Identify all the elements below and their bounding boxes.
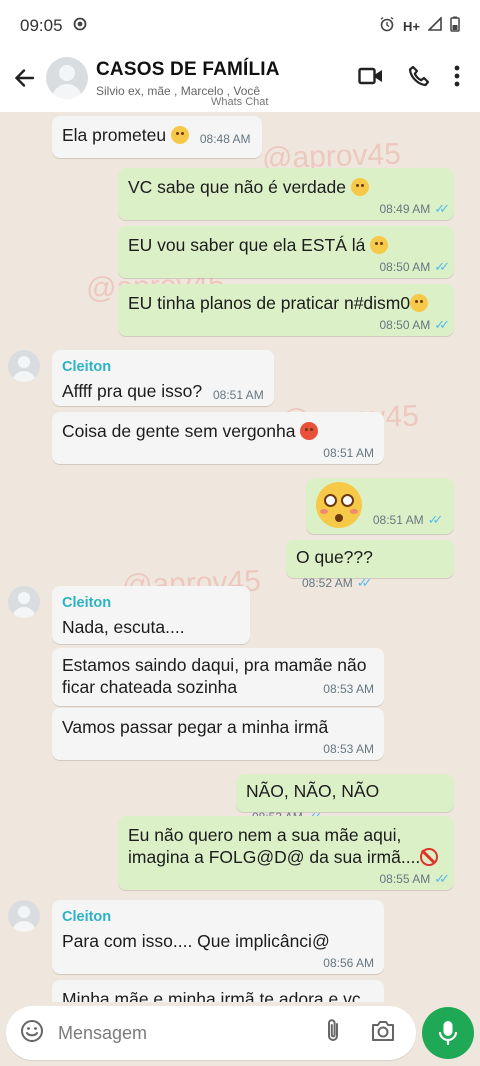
message-text-line: ficar chateada sozinha (62, 677, 238, 697)
message-text: EU tinha planos de praticar n#dism0 (128, 293, 411, 313)
message-text: Para com isso.... Que implicânci@ (62, 931, 330, 951)
sender-name: Cleiton (62, 359, 112, 375)
group-avatar[interactable] (46, 57, 88, 99)
message-bubble-outgoing[interactable]: Eu não quero nem a sua mãe aqui, imagina… (118, 816, 454, 890)
message-bubble-incoming[interactable]: Estamos saindo daqui, pra mamãe não fica… (52, 648, 384, 706)
message-text: Affff pra que isso? (62, 381, 203, 401)
message-meta: 08:49 AM ✓✓ (128, 198, 450, 220)
message-time: 08:53 AM (323, 742, 374, 756)
microphone-icon (438, 1021, 458, 1045)
status-time: 09:05 (20, 16, 63, 35)
message-time: 08:50 AM (379, 318, 431, 332)
message-text: Vamos passar pegar a minha irmã (62, 717, 329, 737)
emoji-icon (21, 1019, 43, 1042)
message-list[interactable]: @aprov45 @aprov45 @aprov45 @aprov45 Ela … (0, 112, 480, 1002)
video-call-button[interactable] (358, 66, 384, 91)
steam-face-icon (410, 294, 429, 312)
message-bubble-outgoing[interactable]: O que??? 08:52 AM ✓✓ (286, 540, 454, 590)
more-vertical-icon (454, 65, 460, 86)
camera-button[interactable] (370, 1020, 396, 1047)
angry-face-icon (300, 422, 319, 440)
sender-name: Cleiton (62, 909, 112, 925)
group-info[interactable]: CASOS DE FAMÍLIA Silvio ex, mãe , Marcel… (96, 59, 358, 98)
location-icon (73, 16, 87, 36)
message-time: 08:50 AM (379, 260, 431, 274)
raised-eyebrow-face-icon (350, 178, 369, 196)
paperclip-icon (328, 1018, 338, 1041)
message-bubble-outgoing[interactable]: EU tinha planos de praticar n#dism0 08:5… (118, 284, 454, 336)
battery-icon (450, 16, 460, 36)
message-time: 08:48 AM (199, 132, 251, 146)
message-bubble-outgoing[interactable]: 08:51 AM ✓✓ (306, 478, 454, 534)
network-type: H+ (403, 18, 420, 34)
message-time: 08:53 AM (323, 682, 374, 696)
message-text: Coisa de gente sem vergonha (62, 421, 296, 441)
message-text: EU vou saber que ela ESTÁ lá (128, 235, 366, 255)
voice-record-button[interactable] (422, 1007, 474, 1059)
double-check-icon: ✓✓ (356, 575, 373, 590)
message-bubble-outgoing[interactable]: EU vou saber que ela ESTÁ lá 08:50 AM ✓✓ (118, 226, 454, 278)
message-time: 08:52 AM (302, 576, 353, 590)
signal-icon (427, 16, 442, 35)
double-check-icon: ✓✓ (434, 871, 450, 886)
message-meta: 08:52 AM ✓✓ (302, 572, 373, 594)
double-check-icon: ✓✓ (427, 511, 444, 527)
message-time: 08:49 AM (379, 202, 431, 216)
prohibited-icon (420, 848, 439, 866)
message-bubble-incoming[interactable]: Vamos passar pegar a minha irmã 08:53 AM (52, 708, 384, 760)
message-text: Ela prometeu (62, 125, 167, 145)
message-text-line: imagina a FOLG@D@ da sua irmã.... (128, 847, 421, 867)
attach-button[interactable] (324, 1018, 342, 1049)
flushed-face-icon (316, 482, 362, 528)
message-time: 08:51 AM (323, 446, 374, 460)
message-input[interactable] (58, 1022, 324, 1044)
message-meta: 08:55 AM ✓✓ (128, 868, 450, 890)
camera-icon (372, 1020, 394, 1041)
alarm-icon (379, 16, 395, 36)
sender-avatar[interactable] (8, 586, 40, 618)
message-text-line: Eu não quero nem a sua mãe aqui, (128, 825, 402, 845)
message-text: Nada, escuta.... (62, 617, 185, 637)
message-time: 08:55 AM (379, 872, 431, 886)
sender-avatar[interactable] (8, 900, 40, 932)
message-bubble-outgoing[interactable]: NÃO, NÃO, NÃO 08:53 AM✓✓ (236, 774, 454, 824)
smiling-face-icon (170, 126, 189, 144)
message-time: 08:51 AM (212, 388, 264, 402)
video-camera-icon (358, 67, 382, 84)
message-time: 08:56 AM (323, 956, 374, 970)
sender-avatar[interactable] (8, 350, 40, 382)
emoji-button[interactable] (20, 1019, 44, 1048)
message-bubble-incoming[interactable]: Ela prometeu 08:48 AM (52, 116, 262, 158)
watermark-tag: Whats Chat (211, 96, 269, 108)
double-check-icon: ✓✓ (434, 201, 450, 216)
message-bubble-incoming[interactable]: Minha mãe e minha irmã te adora e vc (52, 980, 384, 1002)
message-text: Minha mãe e minha irmã te adora e vc (62, 989, 361, 1002)
message-text: NÃO, NÃO, NÃO (246, 781, 380, 801)
group-title: CASOS DE FAMÍLIA (96, 58, 280, 80)
message-bubble-incoming[interactable]: Cleiton Nada, escuta.... 08:52 AM (52, 586, 250, 660)
message-time: 08:51 AM (372, 512, 424, 527)
message-bubble-incoming[interactable]: Cleiton Para com isso.... Que implicânci… (52, 900, 384, 974)
message-text-line: Estamos saindo daqui, pra mamãe não (62, 655, 367, 675)
sender-name: Cleiton (62, 595, 112, 611)
message-meta: 08:50 AM ✓✓ (128, 314, 450, 336)
arrow-left-icon (14, 69, 35, 87)
voice-call-button[interactable] (408, 65, 430, 92)
message-composer (6, 1006, 416, 1060)
phone-icon (408, 65, 430, 86)
back-button[interactable] (2, 56, 46, 100)
message-meta: 08:51 AM ✓✓ (372, 509, 444, 531)
message-bubble-outgoing[interactable]: VC sabe que não é verdade 08:49 AM ✓✓ (118, 168, 454, 220)
message-meta: 08:50 AM ✓✓ (128, 256, 450, 278)
double-check-icon: ✓✓ (434, 259, 450, 274)
more-options-button[interactable] (454, 65, 460, 92)
message-bubble-incoming[interactable]: Coisa de gente sem vergonha 08:51 AM (52, 412, 384, 464)
message-bubble-incoming[interactable]: Cleiton Affff pra que isso? 08:51 AM (52, 350, 274, 406)
double-check-icon: ✓✓ (434, 317, 450, 332)
message-text: O que??? (296, 547, 373, 567)
message-text: VC sabe que não é verdade (128, 177, 346, 197)
eye-roll-face-icon (370, 236, 389, 254)
